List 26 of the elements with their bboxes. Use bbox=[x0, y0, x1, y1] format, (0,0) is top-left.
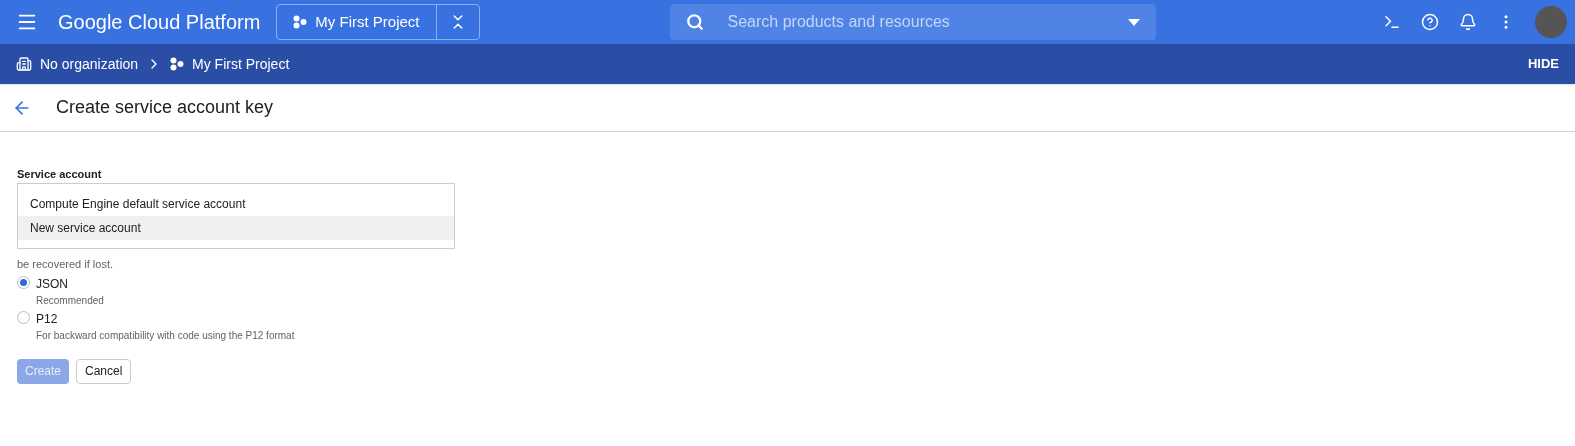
description-text: be recovered if lost. bbox=[17, 257, 114, 272]
project-icon bbox=[293, 15, 308, 29]
dropdown-icon[interactable] bbox=[1127, 18, 1140, 26]
terminal-icon[interactable] bbox=[1383, 13, 1401, 31]
search-icon bbox=[685, 13, 704, 31]
search-input[interactable]: Search products and resources bbox=[727, 10, 1128, 34]
cancel-button[interactable]: Cancel bbox=[76, 358, 132, 384]
option-hint: For backward compatibility with code using the P12 format bbox=[36, 328, 295, 343]
help-icon[interactable] bbox=[1421, 13, 1439, 31]
menu-item[interactable]: Compute Engine default service account bbox=[18, 192, 454, 216]
option-label: JSON bbox=[36, 275, 69, 293]
project-picker[interactable]: My First Project bbox=[276, 4, 480, 40]
breadcrumb-item[interactable]: No organization bbox=[40, 53, 139, 75]
organization-icon bbox=[16, 56, 32, 72]
page-title: Create service account key bbox=[56, 96, 274, 119]
option-hint: Recommended bbox=[36, 293, 104, 308]
project-icon bbox=[170, 57, 185, 71]
option-label: P12 bbox=[36, 310, 59, 328]
project-button[interactable]: My First Project bbox=[277, 5, 436, 39]
breadcrumb-item[interactable]: My First Project bbox=[192, 53, 290, 75]
search-bar[interactable]: Search products and resources bbox=[669, 4, 1156, 40]
notifications-icon[interactable] bbox=[1459, 13, 1477, 31]
hide-button[interactable]: HIDE bbox=[1527, 54, 1559, 74]
menu-item[interactable]: New service account bbox=[18, 216, 454, 240]
field-label: Service account bbox=[17, 169, 103, 180]
app-title: Google Cloud Platform bbox=[58, 10, 261, 35]
